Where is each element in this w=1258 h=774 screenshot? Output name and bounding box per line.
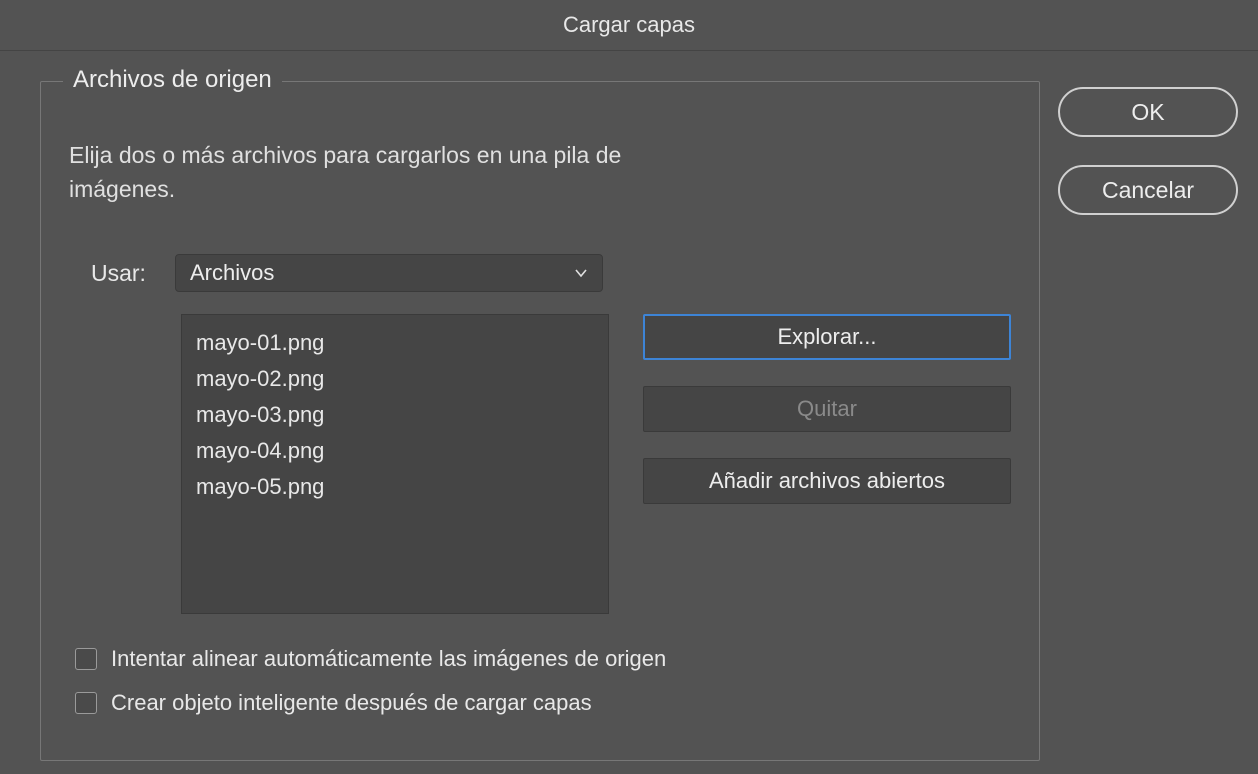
checkbox-group: Intentar alinear automáticamente las imá… (75, 646, 1011, 716)
add-open-files-button[interactable]: Añadir archivos abiertos (643, 458, 1011, 504)
file-list-item[interactable]: mayo-02.png (196, 361, 594, 397)
left-column: Archivos de origen Elija dos o más archi… (40, 81, 1040, 761)
chevron-down-icon (574, 266, 588, 280)
source-files-group: Archivos de origen Elija dos o más archi… (40, 81, 1040, 761)
file-actions: Explorar... Quitar Añadir archivos abier… (643, 314, 1011, 614)
smart-object-checkbox[interactable] (75, 692, 97, 714)
align-checkbox-label: Intentar alinear automáticamente las imá… (111, 646, 666, 672)
file-list[interactable]: mayo-01.pngmayo-02.pngmayo-03.pngmayo-04… (181, 314, 609, 614)
file-list-item[interactable]: mayo-01.png (196, 325, 594, 361)
group-legend: Archivos de origen (63, 66, 282, 94)
browse-button[interactable]: Explorar... (643, 314, 1011, 360)
use-select[interactable]: Archivos (175, 254, 603, 292)
align-checkbox-row[interactable]: Intentar alinear automáticamente las imá… (75, 646, 1011, 672)
file-list-item[interactable]: mayo-04.png (196, 433, 594, 469)
smart-object-checkbox-label: Crear objeto inteligente después de carg… (111, 690, 592, 716)
dialog-window: Cargar capas Archivos de origen Elija do… (0, 0, 1258, 774)
use-label: Usar: (91, 260, 151, 287)
use-select-value: Archivos (190, 260, 274, 286)
align-checkbox[interactable] (75, 648, 97, 670)
dialog-body: Archivos de origen Elija dos o más archi… (0, 51, 1258, 774)
file-list-item[interactable]: mayo-05.png (196, 469, 594, 505)
file-list-item[interactable]: mayo-03.png (196, 397, 594, 433)
ok-button[interactable]: OK (1058, 87, 1238, 137)
remove-button[interactable]: Quitar (643, 386, 1011, 432)
smart-object-checkbox-row[interactable]: Crear objeto inteligente después de carg… (75, 690, 1011, 716)
use-row: Usar: Archivos (91, 254, 1011, 292)
cancel-button[interactable]: Cancelar (1058, 165, 1238, 215)
help-text: Elija dos o más archivos para cargarlos … (69, 138, 689, 206)
dialog-title: Cargar capas (0, 0, 1258, 51)
right-column: OK Cancelar (1040, 81, 1258, 761)
files-and-actions: mayo-01.pngmayo-02.pngmayo-03.pngmayo-04… (181, 314, 1011, 614)
